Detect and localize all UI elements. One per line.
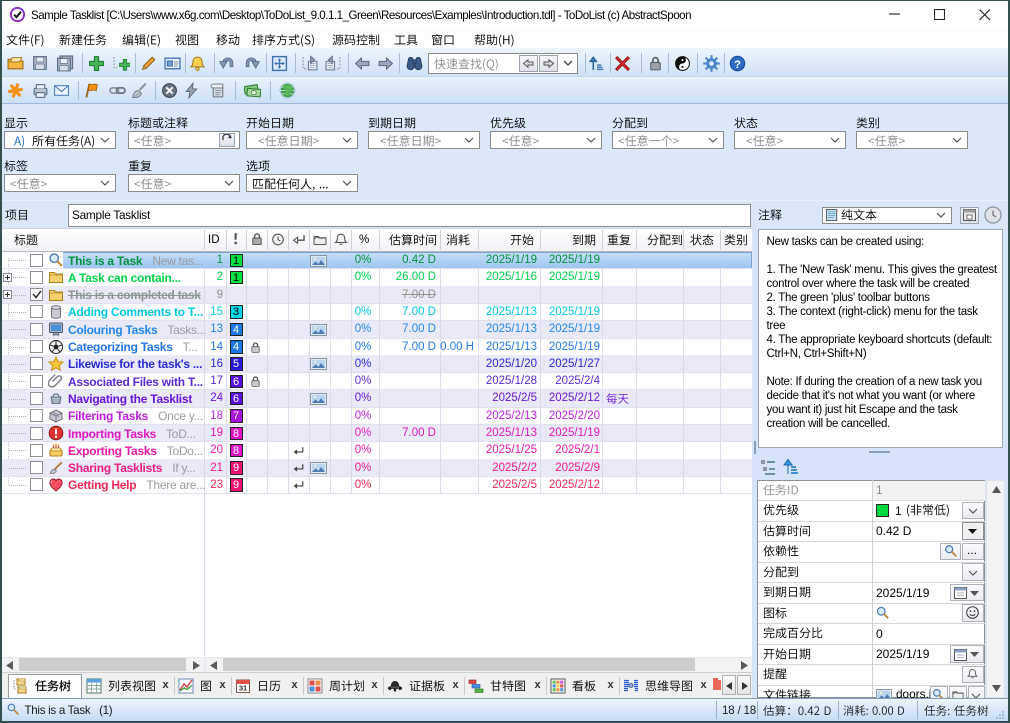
svg-text:31: 31 [239,683,247,692]
svg-text:?: ? [734,58,741,70]
